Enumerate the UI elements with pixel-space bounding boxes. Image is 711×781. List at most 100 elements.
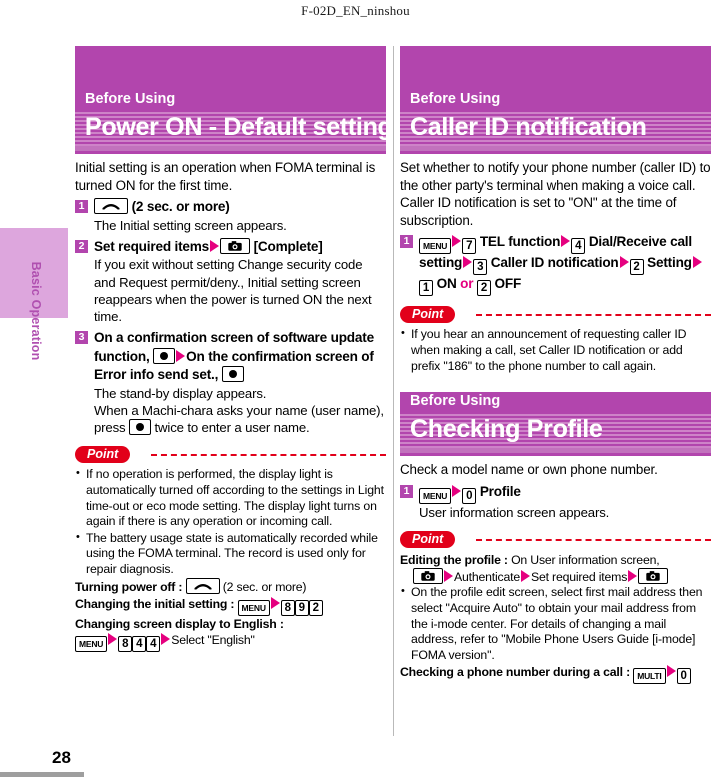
intro-paragraph: Set whether to notify your phone number …: [400, 160, 711, 228]
step-1-suffix: (2 sec. or more): [131, 199, 230, 215]
point-dashed-rule: [476, 538, 711, 541]
arrow-icon: [619, 256, 629, 269]
page-number: 28: [52, 748, 71, 767]
step-2-text-1: Set required items: [94, 238, 210, 254]
numeric-key-3: 3: [473, 259, 488, 276]
running-head: F-02D_EN_ninshou: [301, 3, 410, 18]
numeric-key-2: 2: [476, 280, 491, 297]
step-caller-id-sequence: MENU 7 TEL function 4 Dial/Receive call se…: [419, 233, 711, 297]
arrow-icon: [452, 484, 462, 497]
arrow-icon: [108, 632, 118, 645]
left-column: Before Using Power ON - Default setting …: [75, 46, 386, 652]
step-profile-sequence: MENU 0 Profile: [419, 483, 711, 504]
point-bullet: If you hear an announcement of requestin…: [400, 326, 711, 374]
section-kicker: Before Using: [400, 90, 711, 110]
right-column: Before Using Caller ID notification Set …: [400, 46, 711, 685]
point-label: Point: [75, 446, 131, 464]
step-2-description: If you exit without setting Change secur…: [94, 257, 372, 324]
numeric-key-8: 8: [280, 599, 295, 616]
intro-paragraph: Check a model name or own phone number.: [400, 462, 658, 478]
menu-key-icon: MENU: [237, 599, 270, 616]
point-box-profile: Point Editing the profile : On User info…: [400, 530, 711, 685]
point-dashed-rule: [151, 454, 386, 457]
step-1: 1 (2 sec. or more) The Initial setting s…: [75, 198, 386, 234]
power-key-icon: [94, 198, 128, 215]
point-line-editing-sequence: Authenticate Set required items: [400, 568, 711, 585]
numeric-key-4: 4: [132, 635, 147, 652]
arrow-icon: [561, 235, 571, 248]
arrow-icon: [210, 239, 220, 252]
point-bullet: If no operation is performed, the displa…: [75, 466, 386, 529]
step-3-desc3-text: twice to enter a user name.: [154, 420, 310, 436]
step-caller-id-1: 1 MENU 7 TEL function 4 Dial/Receive call …: [400, 233, 711, 297]
multi-key-icon: MULTI: [633, 668, 666, 685]
arrow-icon: [692, 256, 702, 269]
step-3-heading: On a confirmation screen of software upd…: [94, 329, 386, 385]
numeric-key-0: 0: [462, 487, 477, 504]
step-profile-1: 1 MENU 0 Profile User information screen …: [400, 483, 711, 521]
point-line-changing-display-english: Changing screen display to English :: [75, 616, 386, 632]
arrow-icon: [161, 632, 171, 645]
menu-key-icon: MENU: [75, 635, 108, 652]
point-label: Point: [400, 530, 456, 548]
step-number-badge: 1: [400, 484, 413, 498]
power-key-icon: [185, 578, 220, 595]
numeric-key-1: 1: [419, 280, 433, 297]
numeric-key-8: 8: [118, 635, 133, 652]
seq-text-authenticate: Authenticate: [454, 570, 520, 585]
arrow-icon: [270, 596, 280, 609]
point-line-suffix: (2 sec. or more): [222, 580, 307, 595]
camera-key-icon: [413, 568, 443, 585]
seq-text-on: ON: [436, 276, 457, 292]
section-footer-band2: [75, 151, 386, 154]
point-line-label: Changing the initial setting :: [75, 596, 235, 611]
section-kicker: Before Using: [75, 90, 386, 110]
chapter-edge-label: Basic Operation: [29, 261, 43, 361]
point-line-label: Changing screen display to English :: [75, 616, 284, 631]
seq-text-set-required-items: Set required items: [530, 570, 628, 585]
arrow-icon: [520, 570, 530, 583]
seq-text-profile: Profile: [479, 483, 521, 499]
center-key-icon: [129, 419, 152, 436]
step-profile-description: User information screen appears.: [419, 504, 610, 520]
camera-key-icon: [638, 568, 669, 585]
point-line-editing-profile: Editing the profile : On User informatio…: [400, 552, 711, 568]
section-title: Caller ID notification: [410, 113, 647, 141]
numeric-key-7: 7: [462, 238, 477, 255]
column-divider: [393, 46, 394, 736]
step-number-badge: 1: [75, 200, 88, 214]
numeric-key-4: 4: [146, 635, 161, 652]
menu-key-icon: MENU: [419, 238, 452, 255]
point-line-label: Editing the profile :: [400, 552, 508, 567]
point-line-turning-power-off: Turning power off : (2 sec. or more): [75, 578, 386, 595]
intro-paragraph: Initial setting is an operation when FOM…: [75, 160, 376, 193]
step-3-description: The stand-by display appears.: [94, 385, 267, 401]
arrow-icon: [666, 665, 676, 678]
section-footer-band2: [400, 151, 711, 154]
point-box-caller-id: Point If you hear an announcement of req…: [400, 306, 711, 374]
point-line-label: Checking a phone number during a call :: [400, 665, 630, 680]
step-1-description: The Initial setting screen appears.: [94, 217, 287, 233]
point-box-left: Point If no operation is performed, the …: [75, 446, 386, 652]
point-bullet: The battery usage state is automatically…: [75, 530, 386, 578]
step-2-text-2: [Complete]: [250, 238, 323, 254]
point-line-checking-number: Checking a phone number during a call : …: [400, 664, 711, 685]
seq-text-off: OFF: [494, 276, 522, 292]
center-key-icon: [221, 366, 244, 383]
step-number-badge: 3: [75, 331, 88, 345]
arrow-icon: [628, 570, 638, 583]
point-dashed-rule: [476, 314, 711, 317]
section-header-caller-id: Before Using Caller ID notification: [400, 46, 711, 154]
section-header-power-on: Before Using Power ON - Default setting: [75, 46, 386, 154]
camera-key-icon: [220, 237, 251, 254]
step-3-description-2: When a Machi-chara asks your name (user …: [94, 402, 386, 436]
seq-text-caller-id: Caller ID notification: [490, 255, 619, 271]
numeric-key-9: 9: [294, 599, 309, 616]
arrow-icon: [176, 349, 186, 362]
arrow-icon: [463, 256, 473, 269]
seq-text-or: or: [460, 276, 474, 292]
step-2: 2 Set required items [Complete] If you e…: [75, 237, 386, 325]
numeric-key-4: 4: [571, 238, 586, 255]
numeric-key-2: 2: [629, 259, 644, 276]
folio-rule: [0, 772, 84, 777]
